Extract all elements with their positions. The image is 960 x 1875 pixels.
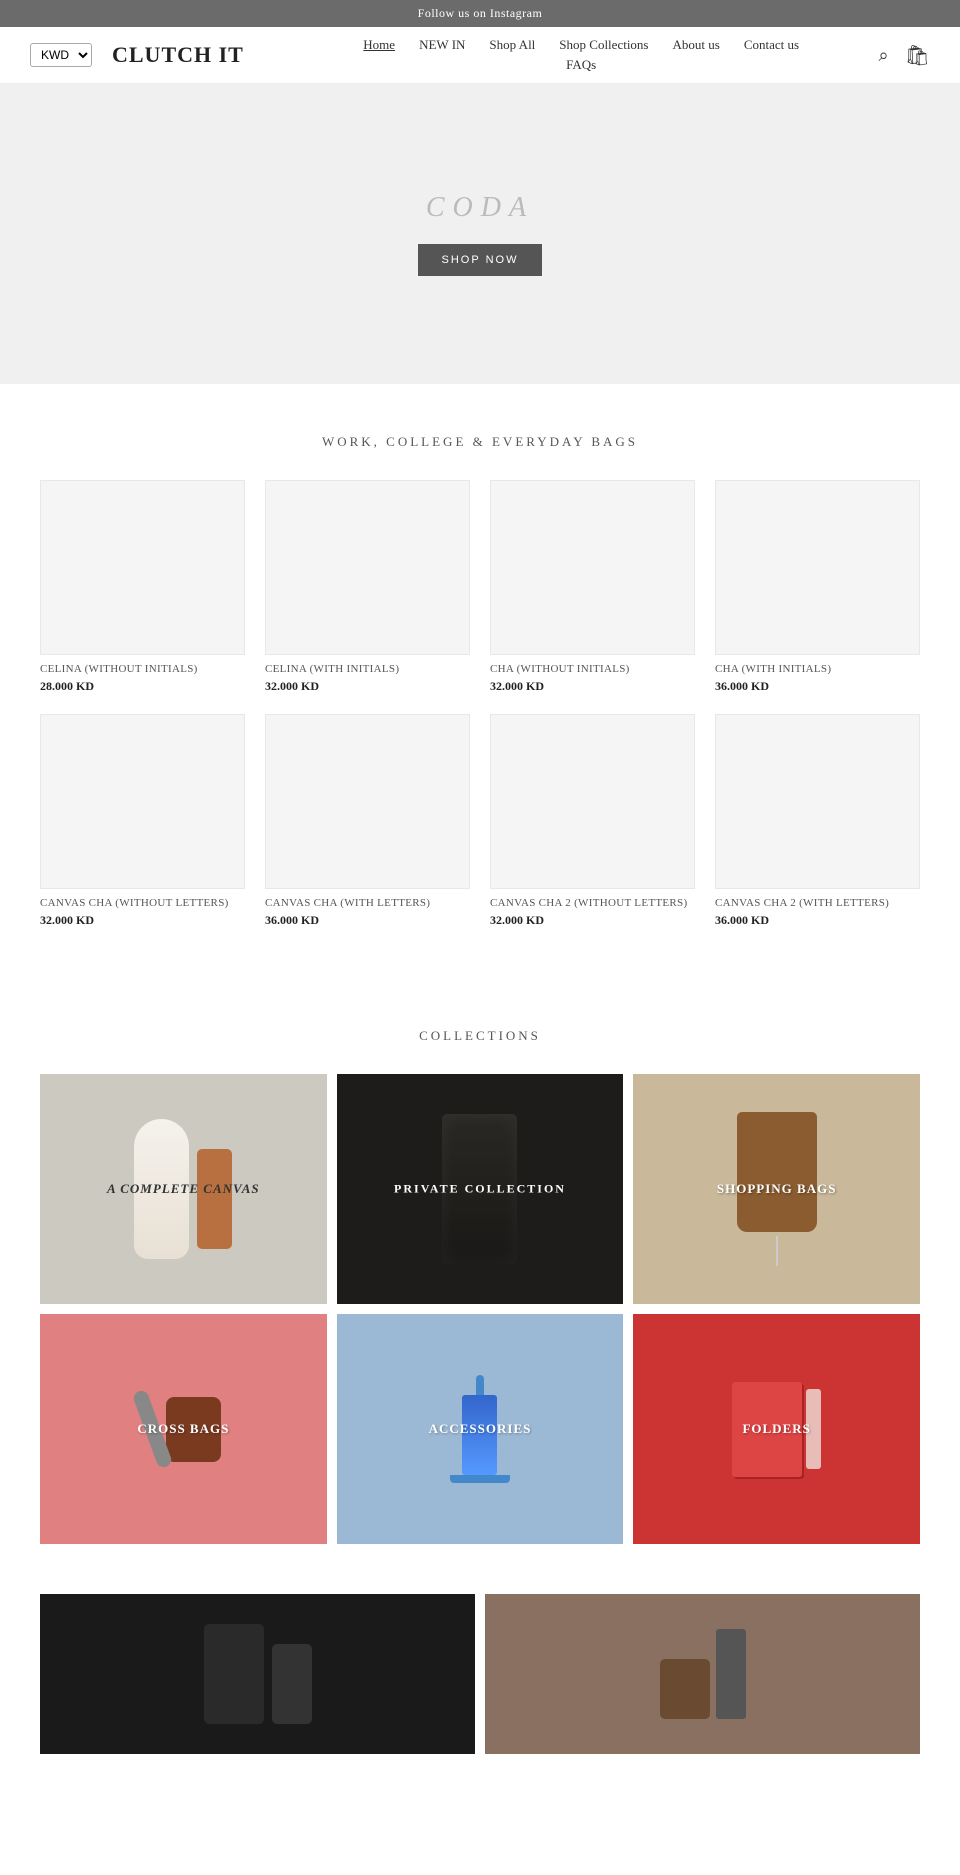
collection-label: A Complete Canvas — [107, 1181, 260, 1197]
collections-grid: A Complete Canvas PRIVATE COLLECTION Sho… — [40, 1074, 920, 1544]
currency-selector[interactable]: KWD USD — [30, 43, 92, 67]
collection-card-folders[interactable]: Folders — [633, 1314, 920, 1544]
product-image — [490, 714, 695, 889]
product-name: CELINA (without initials) — [40, 663, 245, 675]
logo[interactable]: CLUTCH IT — [112, 42, 244, 68]
product-card[interactable]: CHA (with initials) 36.000 KD — [715, 480, 920, 694]
search-icon[interactable]: ⌕ — [879, 45, 889, 66]
products-section-title: WORK, COLLEGE & EVERYDAY BAGS — [40, 434, 920, 450]
product-image — [715, 714, 920, 889]
nav-about-us[interactable]: About us — [673, 37, 720, 53]
nav-shop-all[interactable]: Shop All — [489, 37, 535, 53]
bottom-row — [0, 1594, 960, 1804]
collection-card-accessories[interactable]: Accessories — [337, 1314, 624, 1544]
product-image — [265, 480, 470, 655]
nav-bottom-row: FAQs — [566, 57, 596, 73]
product-price: 36.000 KD — [265, 913, 470, 928]
product-name: CANVAS CHA 2 (with letters) — [715, 897, 920, 909]
collections-section: COLLECTIONS A Complete Canvas PRIVATE CO… — [0, 978, 960, 1594]
product-card[interactable]: CANVAS CHA (with letters) 36.000 KD — [265, 714, 470, 928]
product-price: 32.000 KD — [265, 679, 470, 694]
product-name: CELINA (with initials) — [265, 663, 470, 675]
header-left: KWD USD CLUTCH IT — [30, 42, 244, 68]
product-name: CANVAS CHA (without letters) — [40, 897, 245, 909]
instagram-text: Follow us on Instagram — [418, 6, 543, 20]
nav-new-in[interactable]: NEW IN — [419, 37, 465, 53]
collection-label: Folders — [742, 1421, 810, 1437]
collection-card-shopping[interactable]: Shopping Bags — [633, 1074, 920, 1304]
product-card[interactable]: CANVAS CHA (without letters) 32.000 KD — [40, 714, 245, 928]
header: KWD USD CLUTCH IT Home NEW IN Shop All S… — [0, 27, 960, 84]
product-image — [40, 480, 245, 655]
bottom-image-left — [40, 1594, 475, 1754]
nav-contact-us[interactable]: Contact us — [744, 37, 799, 53]
product-image — [715, 480, 920, 655]
product-image — [490, 480, 695, 655]
products-grid: CELINA (without initials) 28.000 KD CELI… — [40, 480, 920, 928]
product-price: 36.000 KD — [715, 913, 920, 928]
collection-card-private[interactable]: PRIVATE COLLECTION — [337, 1074, 624, 1304]
collection-card-canvas[interactable]: A Complete Canvas — [40, 1074, 327, 1304]
hero-section: CODA SHOP NOW — [0, 84, 960, 384]
product-price: 32.000 KD — [490, 913, 695, 928]
top-bar: Follow us on Instagram — [0, 0, 960, 27]
product-card[interactable]: CANVAS CHA 2 (with letters) 36.000 KD — [715, 714, 920, 928]
product-name: CANVAS CHA 2 (without letters) — [490, 897, 695, 909]
product-image — [40, 714, 245, 889]
nav-home[interactable]: Home — [363, 37, 395, 53]
product-price: 28.000 KD — [40, 679, 245, 694]
collection-label: Accessories — [429, 1421, 532, 1437]
product-price: 36.000 KD — [715, 679, 920, 694]
bottom-image-right — [485, 1594, 920, 1754]
nav-shop-collections[interactable]: Shop Collections — [559, 37, 648, 53]
product-name: CANVAS CHA (with letters) — [265, 897, 470, 909]
collection-label: Shopping Bags — [717, 1181, 837, 1197]
product-card[interactable]: CHA (without initials) 32.000 KD — [490, 480, 695, 694]
collection-label: PRIVATE COLLECTION — [394, 1182, 566, 1197]
cart-icon[interactable]: 🛍 — [905, 43, 930, 68]
product-name: CHA (with initials) — [715, 663, 920, 675]
product-card[interactable]: CELINA (without initials) 28.000 KD — [40, 480, 245, 694]
nav-top-row: Home NEW IN Shop All Shop Collections Ab… — [363, 37, 799, 53]
collections-section-title: COLLECTIONS — [40, 1028, 920, 1044]
product-image — [265, 714, 470, 889]
main-nav: Home NEW IN Shop All Shop Collections Ab… — [244, 37, 879, 73]
product-price: 32.000 KD — [490, 679, 695, 694]
nav-faqs[interactable]: FAQs — [566, 57, 596, 73]
product-name: CHA (without initials) — [490, 663, 695, 675]
collection-card-cross[interactable]: Cross Bags — [40, 1314, 327, 1544]
product-card[interactable]: CANVAS CHA 2 (without letters) 32.000 KD — [490, 714, 695, 928]
collection-label: Cross Bags — [137, 1421, 229, 1437]
shop-now-button[interactable]: SHOP NOW — [418, 244, 543, 276]
hero-title: CODA — [426, 192, 534, 224]
product-price: 32.000 KD — [40, 913, 245, 928]
product-card[interactable]: CELINA (with initials) 32.000 KD — [265, 480, 470, 694]
header-right: ⌕ 🛍 — [879, 43, 930, 68]
products-section: WORK, COLLEGE & EVERYDAY BAGS CELINA (wi… — [0, 384, 960, 978]
